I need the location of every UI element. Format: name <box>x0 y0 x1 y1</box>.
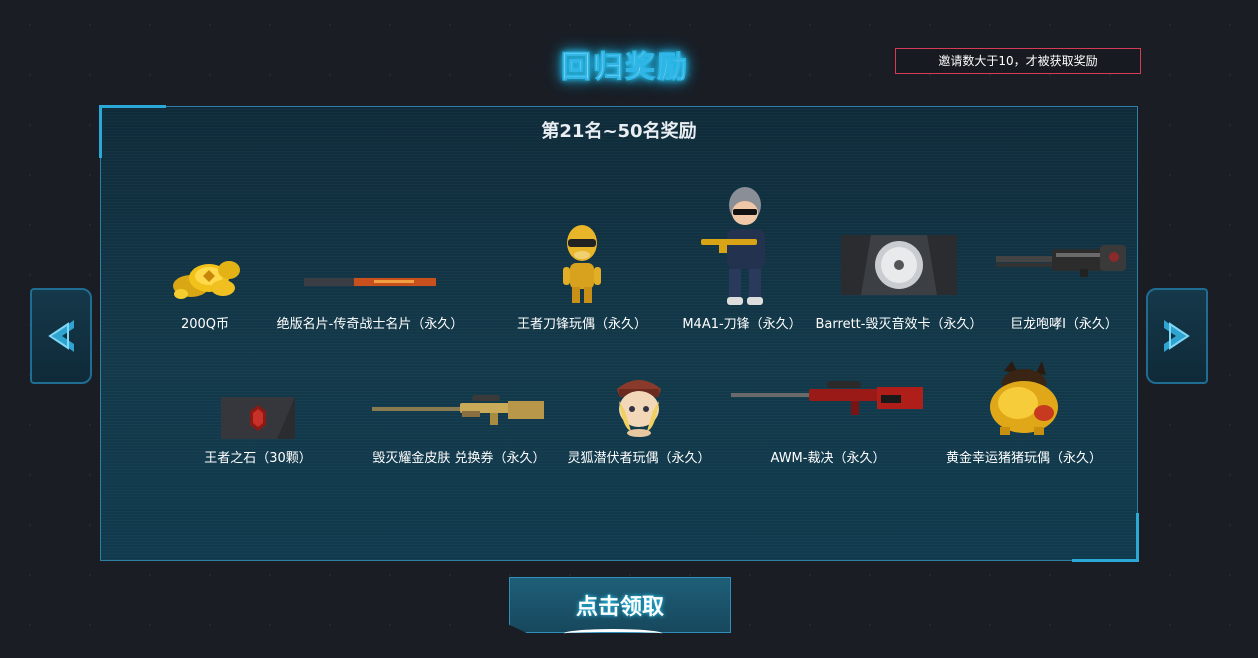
claim-reward-button[interactable]: 点击领取 <box>509 577 731 633</box>
golden-doll-icon <box>563 225 601 303</box>
reward-panel: 第21名~50名奖励 200Q币 绝版名片-传奇战士名片（永久） 王者刀锋玩偶（… <box>99 105 1139 562</box>
gatling-gun-icon <box>996 245 1126 277</box>
reward-label: 巨龙咆哮I（永久） <box>1010 317 1118 332</box>
soldier-character-icon <box>701 187 765 305</box>
invite-requirement-notice: 邀请数大于10，才被获取奖励 <box>895 48 1141 74</box>
reward-item[interactable]: 巨龙咆哮I（永久） <box>964 217 1164 332</box>
panel-title: 第21名~50名奖励 <box>541 121 697 142</box>
reward-item[interactable]: 黄金幸运猪猪玩偶（永久） <box>924 357 1124 467</box>
golden-sniper-rifle-icon <box>372 395 544 425</box>
page-title: 回归奖励 <box>561 50 689 86</box>
sound-card-icon <box>841 235 957 295</box>
king-stone-icon <box>221 397 295 439</box>
golden-pig-icon <box>990 361 1058 435</box>
reward-item[interactable]: 绝版名片-传奇战士名片（永久） <box>270 217 470 332</box>
chevron-left-icon <box>48 320 74 352</box>
fox-doll-icon <box>617 380 661 437</box>
gold-coins-icon <box>173 261 240 299</box>
reward-item[interactable]: 王者之石（30颗） <box>158 357 358 467</box>
prev-page-button[interactable] <box>30 288 92 384</box>
reward-label: 黄金幸运猪猪玩偶（永久） <box>945 451 1102 466</box>
panel-corner-decoration <box>1072 513 1139 562</box>
red-sniper-rifle-icon <box>731 381 923 415</box>
claim-button-glow <box>564 629 662 638</box>
name-card-icon <box>304 278 436 286</box>
